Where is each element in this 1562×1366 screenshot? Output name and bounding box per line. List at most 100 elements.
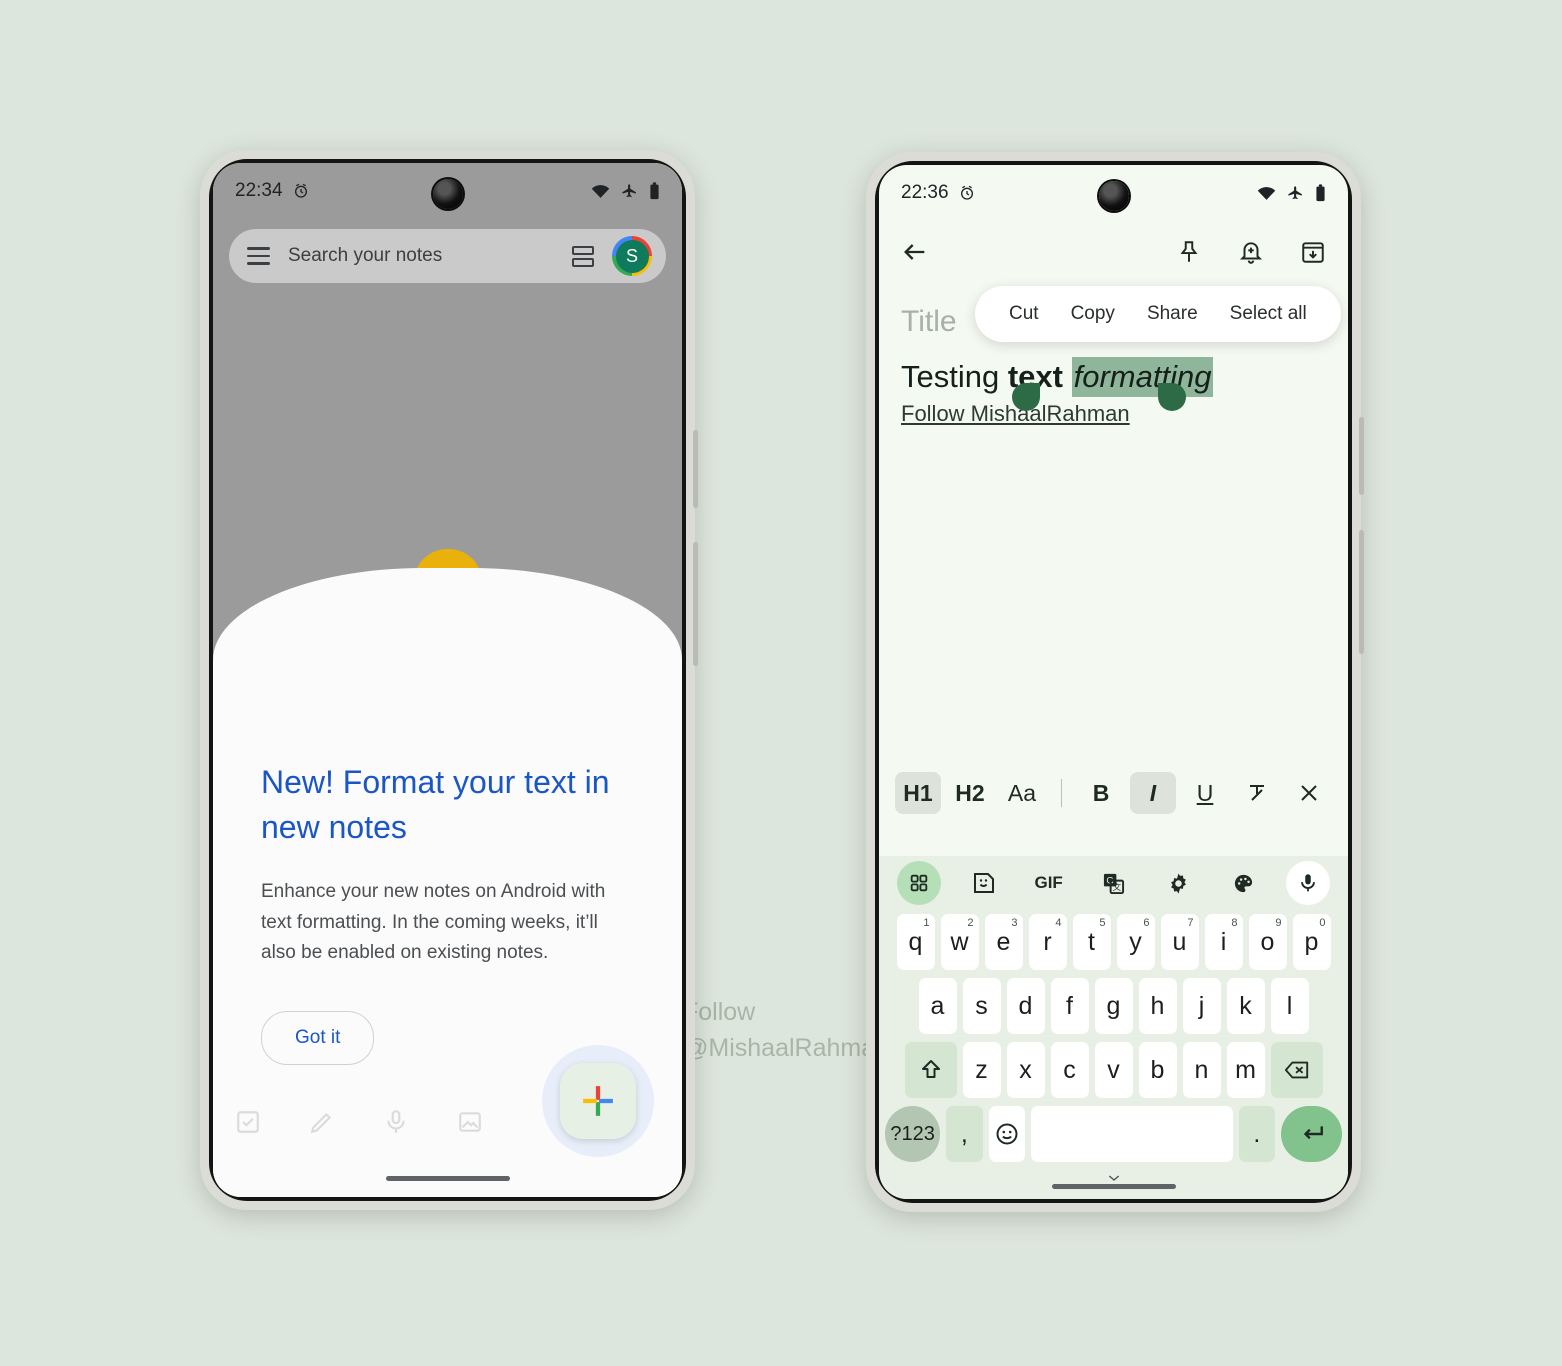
got-it-button[interactable]: Got it [261,1011,375,1066]
key-y[interactable]: 6y [1116,914,1155,970]
key-w[interactable]: 2w [940,914,979,970]
archive-icon[interactable] [1300,239,1326,265]
microphone-icon[interactable] [1285,861,1330,905]
right-phone-power-button[interactable] [1359,417,1364,495]
promo-content: New! Format your text in new notes Enhan… [213,568,682,1066]
heading-2-button[interactable]: H2 [947,772,993,814]
image-note-icon[interactable] [457,1109,483,1135]
front-camera-punch-hole [432,179,463,209]
drawing-note-icon[interactable] [309,1109,335,1135]
selection-handle-start[interactable] [1012,383,1040,411]
key-n[interactable]: n [1182,1042,1221,1098]
select-all-menu-item[interactable]: Select all [1214,303,1323,325]
settings-gear-icon[interactable] [1156,861,1200,905]
key-r-number: 4 [1055,917,1062,929]
wifi-icon [1257,186,1276,201]
key-j[interactable]: j [1182,978,1221,1034]
status-left: 22:36 [901,182,975,204]
avatar[interactable]: S [612,236,652,276]
hamburger-menu-icon[interactable] [247,247,270,265]
gesture-navigation-bar[interactable] [385,1176,510,1181]
note-text-selected-italic: formatting [1071,357,1214,397]
new-note-fab[interactable] [560,1063,636,1139]
key-o[interactable]: 9o [1248,914,1287,970]
key-a[interactable]: a [918,978,957,1034]
key-h[interactable]: h [1138,978,1177,1034]
left-phone-volume-button[interactable] [693,542,698,666]
emoji-icon[interactable] [988,1106,1025,1162]
body-text-button[interactable]: Aa [999,772,1045,814]
keyboard-row-3: z x c v b n m [879,1038,1348,1102]
period-key[interactable]: . [1238,1106,1275,1162]
translate-icon[interactable]: G文 [1091,861,1135,905]
gif-icon[interactable]: GIF [1027,861,1071,905]
pin-icon[interactable] [1176,239,1202,265]
comma-key[interactable]: , [946,1106,983,1162]
list-view-icon[interactable] [572,245,594,267]
key-t[interactable]: 5t [1072,914,1111,970]
close-format-bar-button[interactable] [1286,772,1332,814]
key-e[interactable]: 3e [984,914,1023,970]
key-p[interactable]: 0p [1292,914,1331,970]
reminder-bell-icon[interactable] [1238,239,1264,265]
search-bar[interactable]: Search your notes S [229,229,666,283]
left-phone-screen: Notes you add appear here 22:34 [213,163,682,1197]
key-q-label: q [908,927,923,956]
airplane-mode-icon [1287,185,1304,202]
clear-formatting-button[interactable] [1234,772,1280,814]
key-r[interactable]: 4r [1028,914,1067,970]
heading-1-button[interactable]: H1 [895,772,941,814]
key-y-label: y [1129,927,1142,956]
gesture-navigation-bar[interactable] [1051,1184,1176,1189]
key-g[interactable]: g [1094,978,1133,1034]
underline-button[interactable]: U [1182,772,1228,814]
key-d[interactable]: d [1006,978,1045,1034]
keyboard-toolbar: GIF G文 [879,856,1348,910]
key-z[interactable]: z [962,1042,1001,1098]
key-x[interactable]: x [1006,1042,1045,1098]
key-i[interactable]: 8i [1204,914,1243,970]
cut-menu-item[interactable]: Cut [993,303,1055,325]
key-q[interactable]: 1q [896,914,935,970]
apps-grid-icon[interactable] [897,861,941,905]
copy-menu-item[interactable]: Copy [1055,303,1131,325]
key-l[interactable]: l [1270,978,1309,1034]
note-editor-toolbar [879,221,1348,283]
key-f[interactable]: f [1050,978,1089,1034]
selection-handle-end[interactable] [1158,383,1186,411]
left-phone-power-button[interactable] [693,430,698,508]
key-w-label: w [950,927,969,956]
theme-palette-icon[interactable] [1221,861,1265,905]
italic-button[interactable]: I [1130,772,1176,814]
sticker-icon[interactable] [962,861,1006,905]
key-w-number: 2 [967,917,974,929]
shift-icon[interactable] [904,1042,957,1098]
space-key[interactable] [1030,1106,1233,1162]
key-s[interactable]: s [962,978,1001,1034]
voice-note-icon[interactable] [383,1109,409,1135]
search-input[interactable]: Search your notes [288,245,554,267]
checkbox-note-icon[interactable] [235,1109,261,1135]
wifi-icon [591,184,610,199]
key-o-number: 9 [1275,917,1282,929]
symbols-key[interactable]: ?123 [885,1106,941,1162]
key-u[interactable]: 7u [1160,914,1199,970]
promo-title: New! Format your text in new notes [261,764,610,846]
share-menu-item[interactable]: Share [1131,303,1214,325]
note-type-tools [235,1109,483,1135]
key-m[interactable]: m [1226,1042,1265,1098]
key-v[interactable]: v [1094,1042,1133,1098]
status-right [591,182,660,200]
backspace-icon[interactable] [1270,1042,1323,1098]
status-time: 22:34 [235,180,283,201]
status-right [1257,184,1326,202]
note-text-line-1[interactable]: Testing text formatting [901,357,1326,397]
key-k[interactable]: k [1226,978,1265,1034]
right-phone-volume-button[interactable] [1359,530,1364,654]
key-c[interactable]: c [1050,1042,1089,1098]
enter-icon[interactable] [1281,1106,1342,1162]
bold-button[interactable]: B [1078,772,1124,814]
back-arrow-icon[interactable] [901,238,929,266]
key-b[interactable]: b [1138,1042,1177,1098]
keyboard-row-1: 1q 2w 3e 4r 5t 6y 7u 8i 9o 0p [879,910,1348,974]
